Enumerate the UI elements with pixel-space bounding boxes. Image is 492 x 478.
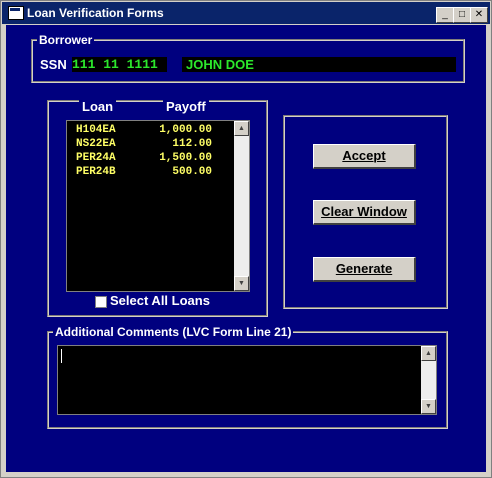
- loan-payoff: 1,500.00: [159, 152, 212, 164]
- select-all-checkbox[interactable]: [95, 296, 107, 308]
- loan-list-scrollbar[interactable]: ▲ ▼: [234, 121, 249, 291]
- borrower-group-label: Borrower: [39, 33, 93, 47]
- loan-list[interactable]: H104EA 1,000.00 NS22EA 112.00 PER24A 1,500.…: [66, 120, 250, 292]
- loan-id: NS22EA: [76, 138, 116, 150]
- window-title: Loan Verification Forms: [27, 6, 164, 20]
- borrower-name-field[interactable]: JOHN DOE: [182, 57, 456, 72]
- list-item[interactable]: H104EA 1,000.00: [76, 123, 212, 137]
- generate-button[interactable]: Generate: [313, 257, 416, 282]
- scroll-up-arrow-icon[interactable]: ▲: [234, 121, 249, 136]
- loan-payoff: 500.00: [172, 166, 212, 178]
- select-all-label[interactable]: Select All Loans: [110, 293, 210, 308]
- comments-textarea[interactable]: ▲ ▼: [57, 345, 437, 415]
- text-cursor: [61, 349, 62, 363]
- scroll-down-arrow-icon[interactable]: ▼: [234, 276, 249, 291]
- list-item[interactable]: PER24B 500.00: [76, 165, 212, 179]
- app-window: Loan Verification Forms _ □ ✕ Borrower S…: [0, 0, 492, 478]
- close-button[interactable]: ✕: [470, 7, 488, 23]
- loan-id: H104EA: [76, 124, 116, 136]
- ssn-field[interactable]: 111 11 1111: [72, 57, 167, 72]
- clear-window-button[interactable]: Clear Window: [313, 200, 416, 225]
- scroll-up-arrow-icon[interactable]: ▲: [421, 346, 436, 361]
- list-item[interactable]: PER24A 1,500.00: [76, 151, 212, 165]
- comments-scrollbar[interactable]: ▲ ▼: [421, 346, 436, 414]
- scroll-down-arrow-icon[interactable]: ▼: [421, 399, 436, 414]
- loan-payoff: 1,000.00: [159, 124, 212, 136]
- loan-id: PER24A: [76, 152, 116, 164]
- loan-id: PER24B: [76, 166, 116, 178]
- loan-column-header: Loan: [79, 99, 117, 114]
- maximize-button[interactable]: □: [453, 7, 471, 23]
- list-item[interactable]: NS22EA 112.00: [76, 137, 212, 151]
- window-icon: [8, 6, 24, 20]
- title-bar[interactable]: Loan Verification Forms _ □ ✕: [2, 2, 490, 24]
- loan-payoff: 112.00: [172, 138, 212, 150]
- comments-group-label: Additional Comments (LVC Form Line 21): [55, 325, 292, 339]
- payoff-column-header: Payoff: [163, 99, 209, 114]
- ssn-label: SSN: [40, 57, 67, 72]
- accept-button[interactable]: Accept: [313, 144, 416, 169]
- form-area: Borrower SSN 111 11 1111 JOHN DOE Loan P…: [6, 25, 486, 472]
- minimize-button[interactable]: _: [436, 7, 454, 23]
